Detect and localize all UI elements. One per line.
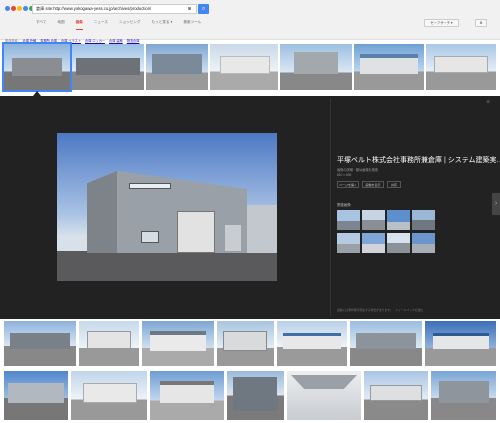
related-link[interactable]: 倉庫 ロッカー — [85, 38, 105, 43]
related-image[interactable] — [387, 233, 410, 253]
related-image[interactable] — [337, 210, 360, 230]
building-shape — [360, 54, 418, 74]
related-label: 関連検索: — [5, 39, 19, 43]
image-result[interactable] — [280, 44, 352, 90]
image-result[interactable] — [142, 321, 214, 366]
image-result[interactable] — [4, 371, 68, 420]
image-result[interactable] — [4, 321, 76, 366]
building-shape — [223, 331, 267, 351]
preview-subtitle[interactable]: 画像の詳細 · 類似画像を検索 — [337, 167, 487, 172]
related-image[interactable] — [362, 233, 385, 253]
building-shape — [283, 333, 341, 349]
building-shape — [434, 56, 488, 73]
view-image-button[interactable]: 画像を表示 — [362, 181, 384, 188]
image-result[interactable] — [287, 371, 361, 420]
tab-search-tools[interactable]: 検索ツール — [183, 20, 201, 30]
preview-size: 810 × 600 — [337, 173, 352, 177]
logo-dot — [5, 6, 10, 11]
building-shape — [8, 383, 64, 403]
search-tabs: すべて 地図 画像 ニュース ショッピング もっと見る ▾ 検索ツール — [36, 20, 201, 30]
building-side-wall — [87, 171, 117, 253]
related-link[interactable]: 倉庫 イラスト — [61, 38, 81, 43]
image-result[interactable] — [71, 371, 147, 420]
image-result[interactable] — [2, 42, 72, 92]
close-icon[interactable]: × — [486, 99, 490, 106]
building-shape — [76, 58, 140, 75]
image-result[interactable] — [426, 44, 496, 90]
building-window — [141, 231, 159, 243]
building-entrance — [225, 225, 241, 251]
building-shape — [220, 56, 270, 74]
tab-maps[interactable]: 地図 — [57, 20, 64, 30]
visit-page-button[interactable]: ページを開く — [337, 181, 359, 188]
related-link[interactable]: 倉庫 外観 — [23, 38, 37, 43]
related-image[interactable] — [412, 233, 435, 253]
building-shape — [433, 333, 489, 349]
preview-ground — [57, 251, 277, 281]
image-result[interactable] — [350, 321, 422, 366]
building-shape — [150, 331, 206, 351]
related-link[interactable]: 倉庫 建築 — [109, 38, 123, 43]
logo-dot — [17, 6, 22, 11]
logo-dot — [23, 6, 28, 11]
building-shape — [83, 383, 137, 403]
panel-divider — [330, 98, 331, 316]
image-result[interactable] — [431, 371, 496, 420]
tab-images[interactable]: 画像 — [75, 20, 83, 30]
image-result[interactable] — [210, 44, 278, 90]
image-result[interactable] — [354, 44, 424, 90]
google-logo[interactable] — [5, 4, 34, 13]
building-shape — [87, 331, 131, 349]
building-window — [129, 183, 171, 189]
preview-image[interactable] — [57, 133, 277, 281]
image-result[interactable] — [425, 321, 496, 366]
search-input[interactable]: 倉庫 site:http://www.yokogawa-yess.co.jp/a… — [32, 4, 197, 14]
search-icon: ⌕ — [201, 6, 206, 12]
preview-info: 平塚ベルト株式会社事務所兼倉庫 | システム建築実… 画像の詳細 · 類似画像を… — [337, 155, 500, 177]
related-image[interactable] — [387, 210, 410, 230]
related-images-label: 関連画像: — [337, 203, 352, 207]
building-shape — [370, 385, 422, 401]
building-shape — [160, 381, 214, 403]
building-shape — [10, 333, 70, 349]
building-shape — [356, 333, 416, 349]
safesearch-button[interactable]: セーフサーチ ▾ — [424, 19, 459, 27]
tab-shopping[interactable]: ショッピング — [119, 20, 141, 30]
image-result[interactable] — [277, 321, 347, 366]
related-image[interactable] — [412, 210, 435, 230]
tab-news[interactable]: ニュース — [94, 20, 108, 30]
share-button[interactable]: 共有 — [387, 181, 401, 188]
related-image[interactable] — [337, 233, 360, 253]
building-shape — [439, 381, 489, 403]
image-result[interactable] — [227, 371, 284, 420]
gear-icon: ⚙ — [479, 21, 483, 25]
image-result[interactable] — [217, 321, 274, 366]
building-shape — [294, 52, 338, 74]
tab-all[interactable]: すべて — [36, 20, 46, 30]
settings-button[interactable]: ⚙ — [475, 19, 487, 27]
shutter-door — [177, 211, 215, 253]
image-result[interactable] — [364, 371, 428, 420]
image-result[interactable] — [72, 44, 144, 90]
search-query: 倉庫 site:http://www.yokogawa-yess.co.jp/a… — [36, 6, 152, 11]
related-link[interactable]: 物流倉庫 — [127, 38, 140, 43]
next-image-arrow[interactable]: › — [492, 193, 500, 215]
image-result[interactable] — [150, 371, 224, 420]
image-result[interactable] — [79, 321, 139, 366]
building-shape — [233, 377, 277, 411]
related-link[interactable]: 事務所 倉庫 — [40, 38, 57, 43]
building-shape — [152, 54, 202, 74]
related-searches: 関連検索: 倉庫 外観 事務所 倉庫 倉庫 イラスト 倉庫 ロッカー 倉庫 建築… — [5, 38, 139, 43]
neighbor-building — [247, 205, 277, 253]
camera-icon[interactable]: ◙ — [188, 6, 194, 12]
preview-title[interactable]: 平塚ベルト株式会社事務所兼倉庫 | システム建築実… — [337, 155, 500, 165]
logo-dot — [11, 6, 16, 11]
related-image[interactable] — [362, 210, 385, 230]
building-shape — [12, 58, 62, 76]
tab-more[interactable]: もっと見る ▾ — [152, 20, 173, 30]
image-result[interactable] — [146, 44, 208, 90]
preview-footer: 画像には著作権が存在する場合があります。 · フィードバックの送信 — [337, 308, 424, 312]
search-button[interactable]: ⌕ — [198, 4, 209, 14]
